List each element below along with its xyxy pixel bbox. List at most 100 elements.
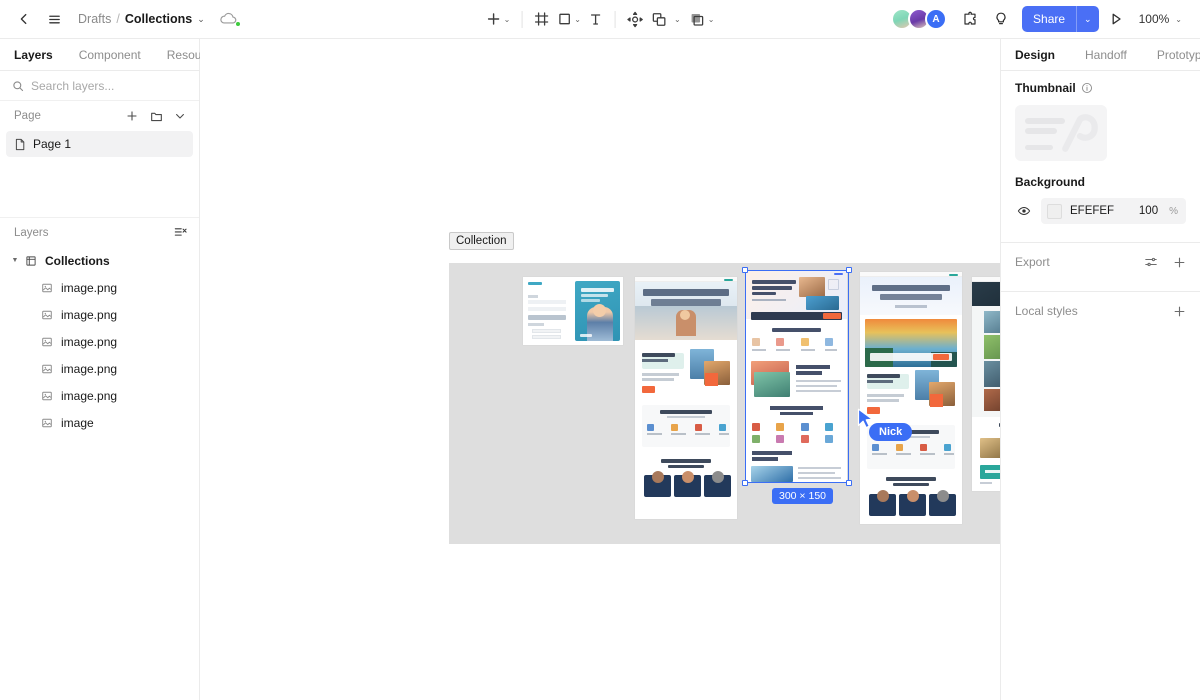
image-icon <box>38 363 56 375</box>
layer-row[interactable]: image.png <box>0 355 199 382</box>
breadcrumb-current[interactable]: Collections <box>125 12 192 26</box>
selection-size-badge: 300 × 150 <box>772 488 834 504</box>
background-color-row: EFEFEF 100 % <box>1015 198 1186 224</box>
image-icon <box>38 336 56 348</box>
chevron-down-icon[interactable]: ⌄ <box>574 15 581 24</box>
chevron-down-icon[interactable]: ⌄ <box>1077 6 1099 32</box>
chevron-down-icon[interactable]: ⌄ <box>197 14 205 25</box>
tab-prototype[interactable]: Prototype <box>1157 48 1200 62</box>
app-body: Layers Component Resource Page <box>0 39 1200 700</box>
text-tool-button[interactable] <box>585 5 607 33</box>
layer-row[interactable]: image.png <box>0 274 199 301</box>
toolbar-divider <box>521 10 523 28</box>
thumbnail-skeleton-line <box>1025 145 1053 150</box>
layer-row[interactable]: image.png <box>0 328 199 355</box>
zoom-level-control[interactable]: 100% ⌄ <box>1133 6 1188 32</box>
add-page-button[interactable] <box>123 107 141 125</box>
artboard-travel-landing-selected[interactable] <box>746 271 847 482</box>
thumbnail-skeleton-line <box>1025 128 1057 134</box>
shape-tool-button[interactable]: ⌄ <box>553 5 584 33</box>
toolbar-divider <box>615 10 616 28</box>
present-play-button[interactable] <box>1102 5 1130 33</box>
add-local-style-button[interactable] <box>1170 302 1188 320</box>
collaborator-avatar-3[interactable]: A <box>925 8 948 30</box>
chevron-down-icon[interactable]: ⌄ <box>708 15 715 24</box>
local-styles-section-row: Local styles <box>1001 292 1200 330</box>
thumbnail-preview[interactable] <box>1015 105 1107 161</box>
collapse-pages-icon[interactable] <box>171 107 189 125</box>
toolbar-right-group: A Share ⌄ 100% ⌄ <box>891 5 1200 33</box>
cloud-sync-icon <box>219 11 240 27</box>
sliders-icon[interactable] <box>1142 253 1160 271</box>
artboard-travel-sunset[interactable] <box>860 272 962 524</box>
export-title: Export <box>1015 255 1050 269</box>
frame-label[interactable]: Collection <box>449 232 514 250</box>
collection-frame[interactable] <box>449 263 1000 544</box>
collaborator-cursor-name: Nick <box>869 423 913 441</box>
chevron-down-icon[interactable]: ⌄ <box>1175 15 1182 24</box>
breadcrumb-parent[interactable]: Drafts <box>78 12 111 26</box>
mask-tool-button[interactable]: ⌄ <box>686 5 718 33</box>
layer-label: Collections <box>45 253 110 268</box>
page-section-header: Page <box>0 101 199 131</box>
layer-row-collections[interactable]: ▼ Collections <box>0 247 199 274</box>
frame-tool-button[interactable] <box>530 5 552 33</box>
tab-component[interactable]: Component <box>79 48 141 62</box>
tab-layers[interactable]: Layers <box>14 48 53 62</box>
background-opacity-value[interactable]: 100 <box>1139 205 1158 217</box>
color-swatch[interactable] <box>1047 203 1062 219</box>
collaborator-cursor: Nick <box>857 408 913 441</box>
layer-label: image.png <box>61 334 118 349</box>
thumbnail-title: Thumbnail <box>1015 81 1076 95</box>
thumbnail-section-header: Thumbnail <box>1015 81 1186 95</box>
image-icon <box>38 282 56 294</box>
add-export-button[interactable] <box>1170 253 1188 271</box>
background-hex-value[interactable]: EFEFEF <box>1070 205 1114 217</box>
image-icon <box>38 390 56 402</box>
search-layers-row[interactable] <box>0 71 199 101</box>
move-tool-button[interactable] <box>624 5 647 33</box>
layer-row[interactable]: image <box>0 409 199 436</box>
design-tool-app: Drafts / Collections ⌄ ⌄ ⌄ ⌄ ⌄ A Share ⌄… <box>0 0 1200 700</box>
new-folder-icon[interactable] <box>147 107 165 125</box>
tab-design[interactable]: Design <box>1015 48 1055 62</box>
artboard-destination-gallery[interactable] <box>972 277 1000 491</box>
expand-caret-icon[interactable]: ▼ <box>8 257 22 264</box>
export-section-row: Export <box>1001 243 1200 281</box>
right-sidebar: Design Handoff Prototype Thumbnail <box>1000 39 1200 700</box>
boolean-shapes-button[interactable] <box>648 5 671 33</box>
info-icon[interactable] <box>1081 82 1093 94</box>
layer-label: image.png <box>61 280 118 295</box>
left-panel-tabs: Layers Component Resource <box>0 39 218 71</box>
artboard-travel-landing[interactable] <box>635 277 737 519</box>
page-list-item[interactable]: Page 1 <box>6 131 193 157</box>
back-button[interactable] <box>10 5 38 33</box>
artboard-login-signup[interactable] <box>523 277 623 345</box>
layers-section-title: Layers <box>14 226 49 239</box>
puzzle-plugin-icon[interactable] <box>956 5 984 33</box>
image-icon <box>38 309 56 321</box>
lightbulb-icon[interactable] <box>987 5 1015 33</box>
frame-icon <box>22 255 40 267</box>
breadcrumb-separator: / <box>116 12 120 26</box>
add-tool-button[interactable]: ⌄ <box>483 5 514 33</box>
collapse-all-icon[interactable] <box>171 224 189 242</box>
page-list-item-label: Page 1 <box>33 137 72 151</box>
local-styles-title: Local styles <box>1015 304 1078 318</box>
layer-row[interactable]: image.png <box>0 382 199 409</box>
layers-tree: ▼ Collections image.png image.png image.… <box>0 247 199 436</box>
chevron-down-icon[interactable]: ⌄ <box>674 15 681 24</box>
design-canvas[interactable]: Collection 300 × 150 Nick <box>200 39 1000 700</box>
layer-row[interactable]: image.png <box>0 301 199 328</box>
chevron-down-icon[interactable]: ⌄ <box>504 15 511 24</box>
tab-handoff[interactable]: Handoff <box>1085 48 1127 62</box>
share-button[interactable]: Share ⌄ <box>1022 6 1099 32</box>
layer-label: image.png <box>61 307 118 322</box>
search-input[interactable] <box>31 78 187 93</box>
hamburger-menu-button[interactable] <box>40 5 68 33</box>
background-color-field[interactable]: EFEFEF 100 % <box>1041 198 1186 224</box>
eye-icon[interactable] <box>1015 204 1033 218</box>
thumbnail-section: Thumbnail Background EFEFEF 100 % <box>1001 71 1200 232</box>
share-button-label[interactable]: Share <box>1022 12 1076 26</box>
breadcrumb[interactable]: Drafts / Collections ⌄ <box>78 12 205 26</box>
